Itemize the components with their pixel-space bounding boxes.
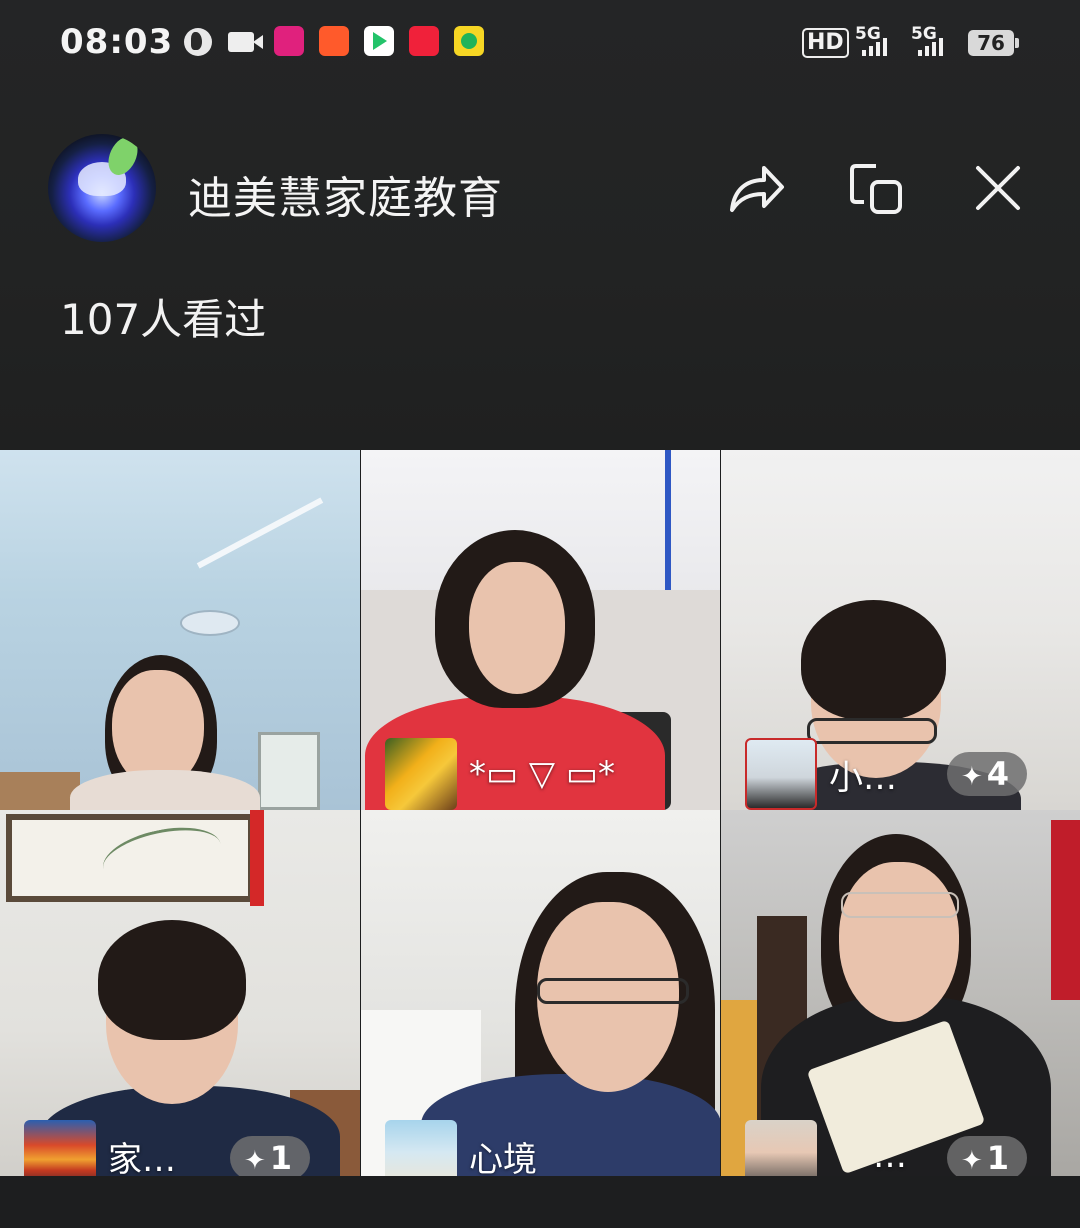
video-tile[interactable] bbox=[0, 450, 360, 810]
signal-icon bbox=[918, 38, 943, 56]
ceiling-fan bbox=[196, 497, 324, 569]
app-icon bbox=[319, 26, 349, 56]
gift-count: 4 bbox=[986, 755, 1010, 793]
video-tile[interactable]: 家… ✦ 1 bbox=[0, 810, 360, 1176]
plus-icon: ✦ bbox=[961, 762, 983, 792]
red-ribbon bbox=[250, 810, 264, 906]
gift-count-badge[interactable]: ✦ 1 bbox=[947, 1136, 1028, 1176]
app-icon bbox=[409, 26, 439, 56]
participant-name: *▭ ▽ ▭* bbox=[469, 754, 616, 794]
gift-count: 1 bbox=[986, 1139, 1010, 1176]
signal-icon bbox=[862, 38, 887, 56]
gift-count: 1 bbox=[269, 1139, 293, 1176]
participant-label: 家… bbox=[24, 1120, 176, 1176]
plus-icon: ✦ bbox=[961, 1146, 983, 1176]
red-decoration bbox=[1051, 820, 1080, 1000]
pip-button[interactable] bbox=[846, 160, 906, 218]
participant-label: *▭ ▽ ▭* bbox=[385, 738, 615, 810]
participant-avatar bbox=[745, 738, 817, 810]
app-icon bbox=[274, 26, 304, 56]
video-icon bbox=[228, 32, 263, 52]
ceiling-lamp bbox=[180, 610, 240, 636]
share-icon bbox=[730, 166, 784, 212]
video-grid: *▭ ▽ ▭* 小… ✦ 4 家… ✦ 1 心境 … ✦ 1 bbox=[0, 450, 1080, 1176]
participant-name: 心境 bbox=[469, 1139, 537, 1177]
app-icon bbox=[364, 26, 394, 56]
video-tile[interactable]: *▭ ▽ ▭* bbox=[361, 450, 720, 810]
background-stripe bbox=[665, 450, 671, 590]
close-button[interactable] bbox=[968, 160, 1028, 218]
video-tile[interactable]: 小… ✦ 4 bbox=[721, 450, 1080, 810]
pip-icon bbox=[850, 164, 902, 214]
plus-icon: ✦ bbox=[244, 1146, 266, 1176]
bottom-bar bbox=[0, 1176, 1080, 1228]
participant-label: 小… bbox=[745, 738, 897, 810]
gift-count-badge[interactable]: ✦ 1 bbox=[230, 1136, 311, 1176]
participant-label: … bbox=[745, 1120, 907, 1176]
close-icon bbox=[976, 166, 1020, 210]
app-icon bbox=[454, 26, 484, 56]
battery-icon: 76 bbox=[968, 30, 1019, 56]
channel-name[interactable]: 迪美慧家庭教育 bbox=[188, 162, 503, 226]
participant-label: 心境 bbox=[385, 1120, 537, 1176]
gift-count-badge[interactable]: ✦ 4 bbox=[947, 752, 1028, 796]
hd-badge: HD bbox=[802, 28, 849, 58]
participant-avatar bbox=[385, 738, 457, 810]
video-tile[interactable]: 心境 bbox=[361, 810, 720, 1176]
status-bar: 08:03 HD 5G 5G 76 bbox=[0, 0, 1080, 86]
participant-avatar bbox=[385, 1120, 457, 1176]
status-time: 08:03 bbox=[60, 22, 174, 62]
channel-avatar[interactable] bbox=[48, 134, 156, 242]
share-button[interactable] bbox=[726, 160, 786, 218]
participant-avatar bbox=[24, 1120, 96, 1176]
wall-painting bbox=[6, 814, 254, 902]
participant-avatar bbox=[745, 1120, 817, 1176]
viewer-count: 107人看过 bbox=[60, 295, 267, 344]
participant-name: … bbox=[873, 1136, 907, 1176]
background-shelf bbox=[0, 772, 80, 810]
video-tile[interactable]: … ✦ 1 bbox=[721, 810, 1080, 1176]
background-door bbox=[258, 732, 320, 810]
participant-name: 家… bbox=[108, 1139, 176, 1177]
participant-name: 小… bbox=[829, 757, 897, 798]
globe-icon bbox=[184, 28, 212, 56]
